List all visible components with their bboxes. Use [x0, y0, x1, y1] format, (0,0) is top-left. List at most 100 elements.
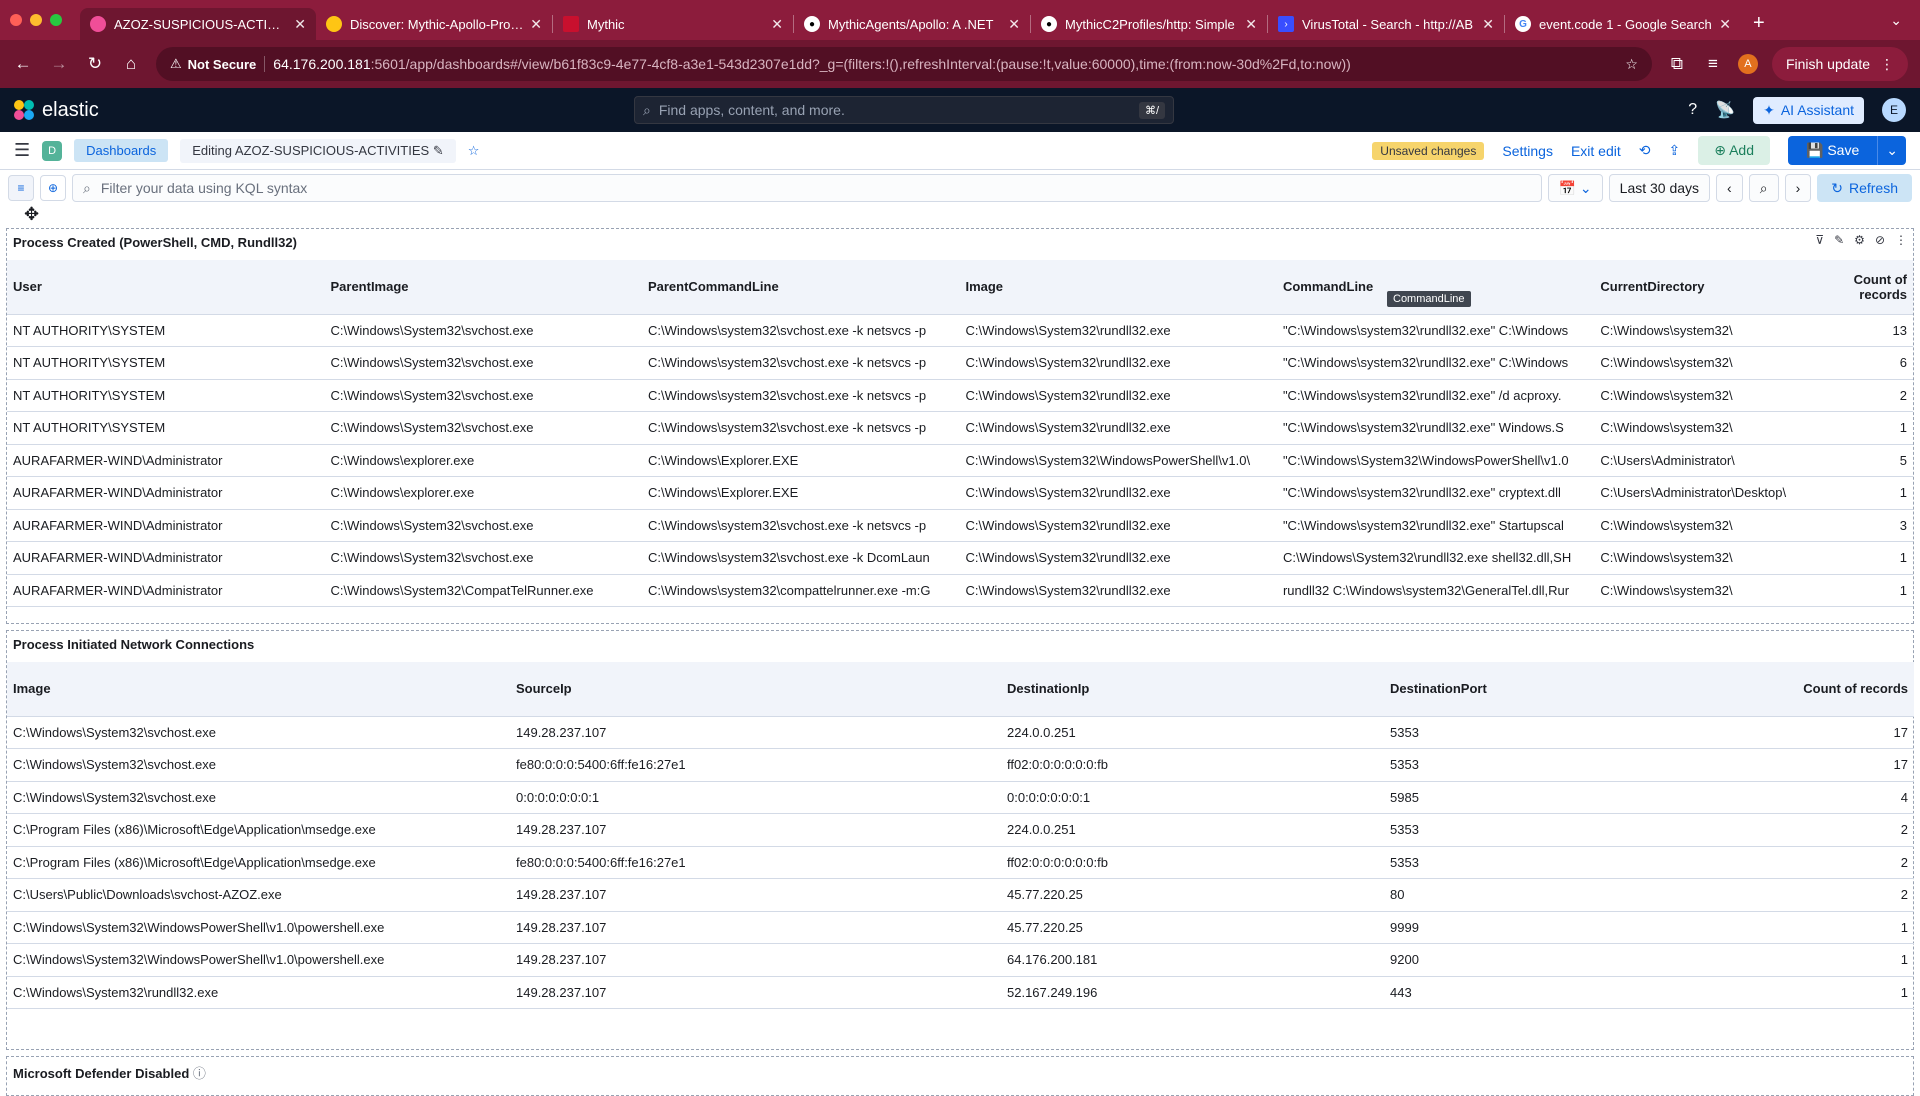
table-cell: C:\Users\Administrator\Desktop\	[1594, 476, 1818, 510]
table-row[interactable]: C:\Windows\System32\WindowsPowerShell\v1…	[7, 911, 1914, 944]
browser-tab[interactable]: Mythic ✕	[553, 8, 793, 40]
space-avatar[interactable]: D	[42, 140, 63, 161]
close-tab-icon[interactable]: ✕	[294, 16, 306, 33]
close-tab-icon[interactable]: ✕	[1245, 16, 1257, 33]
filter-menu-icon[interactable]: ≡	[8, 175, 34, 201]
more-vertical-icon[interactable]: ⋮	[1895, 233, 1907, 247]
add-filter-icon[interactable]: ⊕	[40, 175, 66, 201]
tab-search-chevron-icon[interactable]: ⌄	[1890, 12, 1902, 29]
news-feed-icon[interactable]: 📡	[1715, 100, 1735, 120]
info-icon[interactable]: ⓘ	[193, 1066, 206, 1081]
browser-profile-avatar[interactable]: A	[1737, 54, 1758, 74]
table-cell: C:\Program Files (x86)\Microsoft\Edge\Ap…	[7, 846, 510, 879]
breadcrumb-current-label: Editing AZOZ-SUSPICIOUS-ACTIVITIES	[192, 142, 430, 158]
column-header[interactable]: User	[7, 260, 325, 315]
close-window-button[interactable]	[10, 14, 22, 26]
column-header[interactable]: ParentImage	[324, 260, 642, 315]
table-cell: C:\Windows\System32\svchost.exe	[324, 411, 642, 445]
edit-pencil-icon[interactable]: ✎	[1834, 233, 1844, 247]
close-tab-icon[interactable]: ✕	[1008, 16, 1020, 33]
global-search-input[interactable]: ⌕ Find apps, content, and more. ⌘/	[634, 96, 1174, 124]
table-row[interactable]: NT AUTHORITY\SYSTEM C:\Windows\System32\s…	[7, 346, 1913, 380]
help-icon[interactable]: ?	[1688, 101, 1697, 119]
close-tab-icon[interactable]: ✕	[530, 16, 542, 33]
table-row[interactable]: C:\Windows\System32\svchost.exe 149.28.23…	[7, 716, 1914, 749]
close-tab-icon[interactable]: ✕	[771, 16, 783, 33]
browser-tab[interactable]: Discover: Mythic-Apollo-Process ✕	[316, 8, 552, 40]
exit-edit-button[interactable]: Exit edit	[1571, 143, 1621, 159]
close-tab-icon[interactable]: ✕	[1482, 16, 1494, 33]
table-row[interactable]: AURAFARMER-WIND\Administrator C:\Windows\…	[7, 444, 1913, 477]
reset-icon[interactable]: ⟲	[1639, 142, 1651, 159]
date-quick-menu-icon[interactable]: 📅 ⌄	[1547, 174, 1603, 202]
maximize-window-button[interactable]	[50, 14, 62, 26]
column-header[interactable]: SourceIp	[510, 662, 1001, 717]
kql-search-input[interactable]: ⌕ Filter your data using KQL syntax	[72, 174, 1542, 202]
column-header[interactable]: DestinationPort	[1384, 662, 1684, 717]
share-icon[interactable]: ⇪	[1669, 142, 1681, 159]
table-row[interactable]: C:\Windows\System32\svchost.exe fe80:0:0:…	[7, 748, 1914, 782]
table-row[interactable]: AURAFARMER-WIND\Administrator C:\Windows\…	[7, 574, 1913, 607]
finish-update-button[interactable]: Finish update ⋮	[1771, 47, 1908, 81]
favorite-star-icon[interactable]: ☆	[468, 143, 480, 159]
user-avatar[interactable]: E	[1882, 98, 1906, 122]
table-row[interactable]: AURAFARMER-WIND\Administrator C:\Windows\…	[7, 541, 1913, 575]
column-header[interactable]: ParentCommandLine	[641, 260, 960, 315]
save-options-chevron-icon[interactable]: ⌄	[1877, 136, 1906, 165]
next-range-icon[interactable]: ›	[1784, 174, 1812, 202]
gear-icon[interactable]: ⚙	[1854, 233, 1865, 247]
table-row[interactable]: C:\Windows\System32\svchost.exe 0:0:0:0:0…	[7, 781, 1914, 814]
tab-title: MythicAgents/Apollo: A .NET	[828, 16, 994, 32]
settings-button[interactable]: Settings	[1502, 143, 1553, 159]
breadcrumb-dashboards[interactable]: Dashboards	[74, 139, 169, 162]
bookmark-star-icon[interactable]: ☆	[1625, 56, 1638, 73]
security-indicator[interactable]: ⚠ Not Secure	[170, 56, 266, 72]
table-row[interactable]: AURAFARMER-WIND\Administrator C:\Windows\…	[7, 509, 1913, 542]
home-icon[interactable]: ⌂	[120, 54, 142, 74]
forward-icon[interactable]: →	[48, 54, 70, 74]
tab-title: Mythic	[587, 16, 625, 32]
table-row[interactable]: AURAFARMER-WIND\Administrator C:\Windows\…	[7, 476, 1913, 510]
table-row[interactable]: C:\Windows\System32\WindowsPowerShell\v1…	[7, 943, 1914, 977]
close-tab-icon[interactable]: ✕	[1719, 16, 1731, 33]
column-header[interactable]: Count of records	[1684, 662, 1914, 717]
column-header[interactable]: Image	[959, 260, 1277, 315]
table-row[interactable]: NT AUTHORITY\SYSTEM C:\Windows\System32\s…	[7, 411, 1913, 445]
back-icon[interactable]: ←	[12, 54, 34, 74]
browser-tab[interactable]: G event.code 1 - Google Search ✕	[1505, 8, 1741, 40]
browser-tab[interactable]: ● MythicAgents/Apollo: A .NET ✕	[794, 8, 1030, 40]
save-button[interactable]: 💾 Save	[1788, 136, 1878, 165]
reload-icon[interactable]: ↻	[84, 54, 106, 74]
previous-range-icon[interactable]: ‹	[1716, 174, 1743, 202]
address-bar[interactable]: ⚠ Not Secure 64.176.200.181:5601/app/dash…	[156, 47, 1652, 81]
extensions-icon[interactable]: ⧉	[1666, 54, 1688, 74]
minimize-window-button[interactable]	[30, 14, 42, 26]
refresh-button[interactable]: ↻ Refresh	[1817, 174, 1912, 202]
column-header[interactable]: CurrentDirectory	[1594, 260, 1818, 315]
table-row[interactable]: C:\Program Files (x86)\Microsoft\Edge\Ap…	[7, 813, 1914, 847]
edit-pencil-icon[interactable]: ✎	[433, 143, 444, 158]
menu-icon[interactable]: ☰	[14, 140, 30, 161]
filter-icon[interactable]: ⊽	[1815, 233, 1824, 247]
column-header[interactable]: Image	[7, 662, 510, 717]
browser-tab[interactable]: › VirusTotal - Search - http://AB ✕	[1268, 8, 1504, 40]
inspect-icon[interactable]: ⊘	[1875, 233, 1885, 247]
add-panel-button[interactable]: ⊕ Add	[1698, 136, 1771, 165]
table-row[interactable]: C:\Windows\System32\rundll32.exe 149.28.2…	[7, 976, 1914, 1009]
table-row[interactable]: NT AUTHORITY\SYSTEM C:\Windows\System32\s…	[7, 314, 1913, 347]
breadcrumb-current[interactable]: Editing AZOZ-SUSPICIOUS-ACTIVITIES ✎	[180, 138, 456, 163]
browser-tab[interactable]: ● MythicC2Profiles/http: Simple ✕	[1031, 8, 1267, 40]
elastic-logo[interactable]: elastic	[14, 99, 634, 122]
zoom-out-icon[interactable]: ⌕	[1748, 174, 1779, 202]
drag-handle-icon[interactable]: ✥	[24, 204, 39, 225]
column-header[interactable]: DestinationIp	[1001, 662, 1384, 717]
date-range-picker[interactable]: Last 30 days	[1608, 174, 1711, 202]
table-row[interactable]: C:\Users\Public\Downloads\svchost-AZOZ.e…	[7, 878, 1914, 912]
table-row[interactable]: C:\Program Files (x86)\Microsoft\Edge\Ap…	[7, 846, 1914, 879]
table-row[interactable]: NT AUTHORITY\SYSTEM C:\Windows\System32\s…	[7, 379, 1913, 412]
media-controls-icon[interactable]: ≡	[1702, 54, 1724, 74]
browser-tab[interactable]: AZOZ-SUSPICIOUS-ACTIVITIES ✕	[80, 8, 316, 40]
new-tab-icon[interactable]: +	[1753, 12, 1765, 35]
ai-assistant-button[interactable]: ✦ AI Assistant	[1753, 96, 1864, 124]
column-header[interactable]: Count of records	[1817, 260, 1913, 315]
